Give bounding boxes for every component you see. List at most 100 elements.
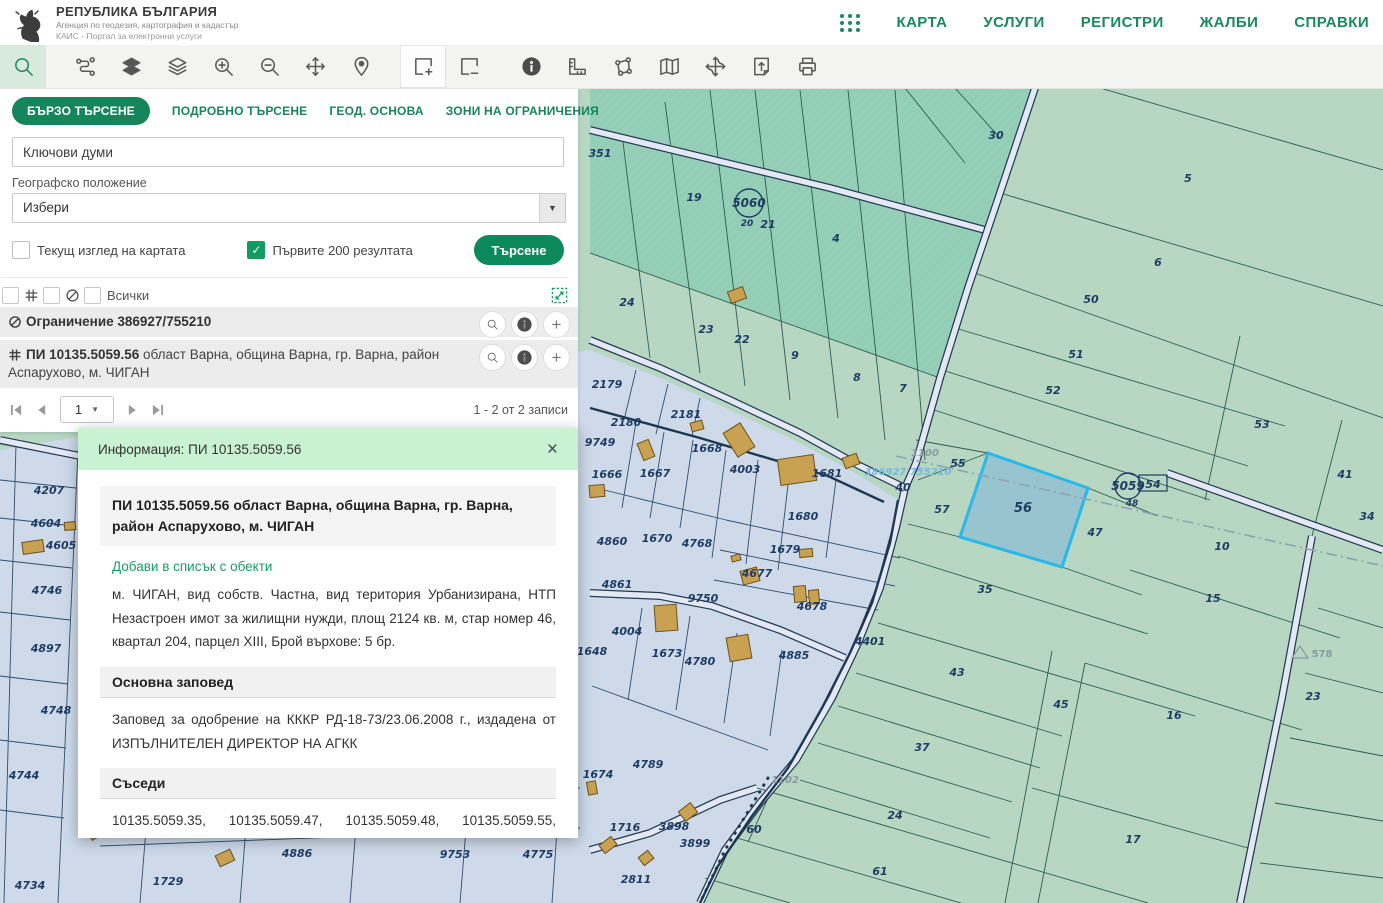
tab-quick-search[interactable]: БЪРЗО ТЪРСЕНЕ	[12, 97, 150, 125]
first-page-icon[interactable]	[10, 404, 23, 416]
first-200-label: Първите 200 резултата	[272, 243, 412, 258]
result-row[interactable]: Ограничение 386927/755210+	[0, 307, 578, 337]
nav-spravki[interactable]: СПРАВКИ	[1294, 14, 1369, 31]
nav-zhalbi[interactable]: ЖАЛБИ	[1200, 14, 1259, 31]
svg-text:7: 7	[899, 382, 907, 395]
add-to-object-list-link[interactable]: Добави в списък с обекти	[112, 559, 556, 574]
coordinates-tool-button[interactable]	[692, 45, 738, 88]
svg-text:9750: 9750	[688, 592, 719, 605]
svg-text:37: 37	[914, 741, 930, 754]
records-summary: 1 - 2 от 2 записи	[474, 403, 568, 417]
svg-text:4860: 4860	[596, 535, 628, 548]
export-icon	[750, 55, 773, 78]
add-result-button[interactable]: +	[543, 344, 570, 371]
route-icon	[74, 55, 97, 78]
select-remove-tool-button[interactable]	[446, 45, 492, 88]
svg-text:4401: 4401	[854, 635, 886, 648]
next-page-icon[interactable]	[127, 404, 138, 416]
select-add-tool-button[interactable]	[400, 45, 446, 88]
zoom-to-result-button[interactable]	[479, 344, 506, 371]
select-remove-icon	[458, 55, 481, 78]
svg-text:4207: 4207	[33, 484, 65, 497]
svg-text:4678: 4678	[796, 600, 828, 613]
nav-registri[interactable]: РЕГИСТРИ	[1081, 14, 1164, 31]
nav-karta[interactable]: КАРТА	[897, 14, 948, 31]
zoom-out-tool-button[interactable]	[246, 45, 292, 88]
svg-text:1716: 1716	[610, 821, 641, 834]
svg-text:9749: 9749	[585, 436, 616, 449]
svg-text:2180: 2180	[611, 416, 642, 429]
zoom-in-tool-button[interactable]	[200, 45, 246, 88]
grid-icon	[8, 348, 22, 362]
prev-page-icon[interactable]	[36, 404, 47, 416]
agency-logo[interactable]: РЕПУБЛИКА БЪЛГАРИЯ Агенция по геодезия, …	[8, 2, 239, 42]
svg-text:24: 24	[887, 809, 902, 822]
main-order-section-title: Основна заповед	[100, 667, 556, 698]
tab-geodetic-base[interactable]: ГЕОД. ОСНОВА	[329, 104, 423, 118]
result-info-button[interactable]	[511, 311, 538, 338]
search-button[interactable]: Търсене	[474, 235, 564, 265]
layers-tool-button[interactable]	[154, 45, 200, 88]
apps-grid-icon[interactable]	[840, 14, 861, 32]
print-tool-button[interactable]	[784, 45, 830, 88]
info-tool-button[interactable]	[508, 45, 554, 88]
zoom-to-result-button[interactable]	[479, 311, 506, 338]
measure-icon	[566, 55, 589, 78]
svg-text:6: 6	[1154, 256, 1162, 269]
svg-text:4780: 4780	[684, 655, 716, 668]
map-toolbar	[0, 45, 1383, 89]
export-tool-button[interactable]	[738, 45, 784, 88]
page-select[interactable]: 1 ▼	[60, 396, 114, 423]
map-icon	[658, 55, 681, 78]
svg-text:55: 55	[950, 457, 966, 470]
svg-text:17: 17	[1125, 833, 1141, 846]
parcels-filter-checkbox[interactable]	[2, 287, 19, 304]
layers-filled-tool-button[interactable]	[108, 45, 154, 88]
svg-text:34: 34	[1359, 510, 1374, 523]
pan-tool-button[interactable]	[292, 45, 338, 88]
svg-text:57: 57	[934, 503, 950, 516]
route-tool-button[interactable]	[62, 45, 108, 88]
svg-text:30: 30	[988, 129, 1004, 142]
svg-text:1681: 1681	[812, 467, 843, 480]
map-tool-button[interactable]	[646, 45, 692, 88]
last-page-icon[interactable]	[151, 404, 164, 416]
popup-header[interactable]: Информация: ПИ 10135.5059.56 ×	[78, 428, 578, 470]
current-view-checkbox[interactable]	[12, 241, 30, 259]
agency-subtitle: Агенция по геодезия, картография и кадас…	[56, 20, 239, 30]
svg-text:21: 21	[760, 218, 775, 231]
all-filter-checkbox[interactable]	[84, 287, 101, 304]
first-200-checkbox[interactable]: ✓	[247, 241, 265, 259]
restrictions-filter-checkbox[interactable]	[43, 287, 60, 304]
keywords-input[interactable]	[12, 137, 564, 167]
svg-text:56: 56	[1014, 501, 1032, 516]
search-tool-button[interactable]	[0, 45, 46, 88]
nav-uslugi[interactable]: УСЛУГИ	[983, 14, 1044, 31]
zoom-out-icon	[258, 55, 281, 78]
svg-text:1680: 1680	[788, 510, 819, 523]
chevron-down-icon[interactable]: ▼	[539, 194, 565, 222]
close-icon[interactable]: ×	[547, 440, 558, 459]
geo-select[interactable]: Избери ▼	[12, 193, 566, 223]
expand-results-icon[interactable]	[551, 287, 568, 304]
measure-area-tool-button[interactable]	[600, 45, 646, 88]
svg-text:1668: 1668	[692, 442, 723, 455]
svg-text:35: 35	[977, 583, 993, 596]
svg-text:4734: 4734	[14, 879, 46, 892]
popup-body: ПИ 10135.5059.56 област Варна, община Ва…	[78, 470, 578, 838]
coordinates-icon	[704, 55, 727, 78]
svg-text:386927 755210: 386927 755210	[865, 467, 952, 478]
svg-text:52: 52	[1045, 384, 1061, 397]
add-result-button[interactable]: +	[543, 311, 570, 338]
main-nav: КАРТА УСЛУГИ РЕГИСТРИ ЖАЛБИ СПРАВКИ	[840, 0, 1369, 45]
svg-text:9: 9	[791, 349, 799, 362]
tab-detailed-search[interactable]: ПОДРОБНО ТЪРСЕНЕ	[172, 104, 308, 118]
result-info-button[interactable]	[511, 344, 538, 371]
location-tool-button[interactable]	[338, 45, 384, 88]
parcel-details: м. ЧИГАН, вид собств. Частна, вид терито…	[112, 583, 556, 654]
tab-restriction-zones[interactable]: ЗОНИ НА ОГРАНИЧЕНИЯ	[446, 104, 599, 118]
svg-text:1673: 1673	[652, 647, 683, 660]
result-row[interactable]: ПИ 10135.5059.56 област Варна, община Ва…	[0, 340, 578, 388]
parcel-heading: ПИ 10135.5059.56 област Варна, община Ва…	[100, 486, 556, 546]
measure-tool-button[interactable]	[554, 45, 600, 88]
